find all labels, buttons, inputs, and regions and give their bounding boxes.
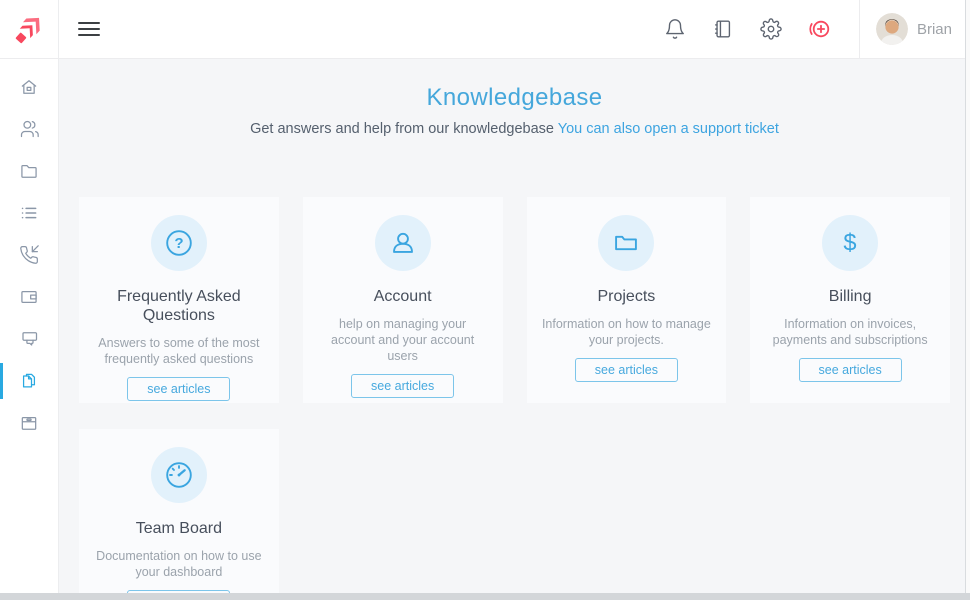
- notebook-icon[interactable]: [710, 16, 736, 42]
- main-content: Knowledgebase Get answers and help from …: [59, 59, 970, 593]
- see-articles-button[interactable]: see articles: [127, 377, 230, 401]
- see-articles-button[interactable]: see articles: [575, 358, 678, 382]
- card-description: help on managing your account and your a…: [317, 316, 489, 364]
- question-circle-icon: ?: [151, 215, 207, 271]
- card-account: Account help on managing your account an…: [303, 197, 503, 403]
- sidebar-item-users[interactable]: [0, 108, 58, 150]
- logo-icon: [11, 11, 47, 47]
- person-icon: [375, 215, 431, 271]
- app-logo[interactable]: [0, 0, 59, 58]
- home-icon: [19, 77, 39, 97]
- card-title: Billing: [764, 287, 936, 306]
- speedometer-icon: [151, 447, 207, 503]
- page-subtitle: Get answers and help from our knowledgeb…: [79, 121, 950, 137]
- phone-incoming-icon: [19, 245, 39, 265]
- sidebar-item-folder[interactable]: [0, 150, 58, 192]
- menu-toggle-button[interactable]: [67, 0, 111, 58]
- card-title: Projects: [541, 287, 713, 306]
- open-support-ticket-link[interactable]: You can also open a support ticket: [558, 121, 779, 137]
- chat-icon: [19, 329, 39, 349]
- sidebar-item-archive[interactable]: [0, 402, 58, 444]
- gear-icon[interactable]: [758, 16, 784, 42]
- avatar: [876, 13, 908, 45]
- wallet-icon: [19, 287, 39, 307]
- pages-icon: [19, 371, 39, 391]
- folder-icon: [598, 215, 654, 271]
- sidebar-item-list[interactable]: [0, 192, 58, 234]
- circle-plus-icon[interactable]: [806, 16, 836, 42]
- sidebar-item-home[interactable]: [0, 66, 58, 108]
- archive-box-icon: [19, 413, 39, 433]
- sidebar-item-chat[interactable]: [0, 318, 58, 360]
- card-description: Answers to some of the most frequently a…: [93, 335, 265, 367]
- user-name: Brian: [917, 21, 952, 38]
- card-faq: ? Frequently Asked Questions Answers to …: [79, 197, 279, 403]
- card-projects: Projects Information on how to manage yo…: [527, 197, 727, 403]
- sidebar-item-calls[interactable]: [0, 234, 58, 276]
- sidebar-nav: [0, 59, 59, 593]
- card-team-board: Team Board Documentation on how to use y…: [79, 429, 279, 593]
- subtitle-text: Get answers and help from our knowledgeb…: [250, 121, 554, 137]
- folder-icon: [19, 161, 39, 181]
- page-title: Knowledgebase: [79, 84, 950, 112]
- sidebar-item-knowledgebase[interactable]: [0, 360, 58, 402]
- sidebar-item-wallet[interactable]: [0, 276, 58, 318]
- card-title: Frequently Asked Questions: [93, 287, 265, 325]
- horizontal-scrollbar[interactable]: [0, 593, 970, 600]
- card-description: Information on invoices, payments and su…: [764, 316, 936, 348]
- dollar-icon: $: [822, 215, 878, 271]
- card-description: Documentation on how to use your dashboa…: [93, 548, 265, 580]
- card-title: Team Board: [93, 519, 265, 538]
- see-articles-button[interactable]: see articles: [799, 358, 902, 382]
- vertical-scrollbar[interactable]: [965, 0, 970, 593]
- users-icon: [19, 119, 39, 139]
- see-articles-button[interactable]: see articles: [351, 374, 454, 398]
- knowledgebase-cards: ? Frequently Asked Questions Answers to …: [79, 197, 950, 593]
- top-bar: Brian: [0, 0, 970, 59]
- user-menu[interactable]: Brian: [859, 0, 970, 58]
- header-actions: Brian: [651, 0, 970, 58]
- card-billing: $ Billing Information on invoices, payme…: [750, 197, 950, 403]
- list-icon: [19, 203, 39, 223]
- app-window: Brian: [0, 0, 970, 593]
- svg-text:?: ?: [174, 235, 183, 252]
- card-title: Account: [317, 287, 489, 306]
- card-description: Information on how to manage your projec…: [541, 316, 713, 348]
- bell-icon[interactable]: [662, 16, 688, 42]
- svg-text:$: $: [844, 231, 857, 257]
